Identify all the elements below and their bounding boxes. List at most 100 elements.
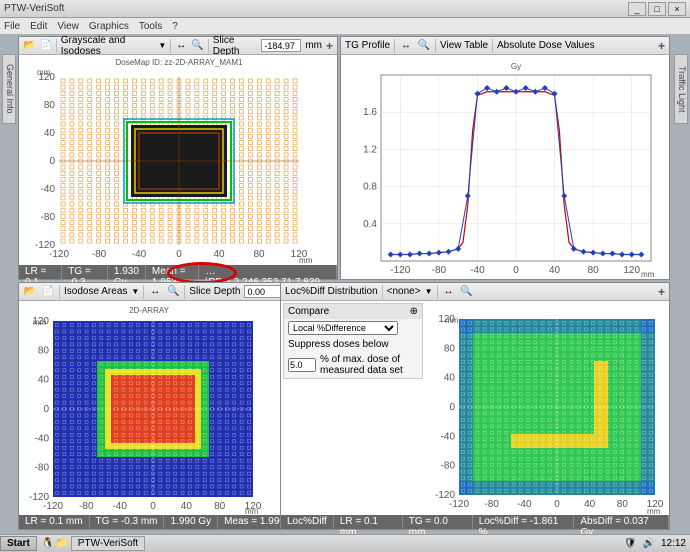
tray-icon[interactable]: 📁 [55, 537, 69, 551]
tgprofile-toolbar: TG Profile ↔ 🔍 View Table Absolute Dose … [341, 37, 669, 55]
dosemap-toolbar: 📂 📄 Grayscale and Isodoses ▼ ↔ 🔍 Slice D… [19, 37, 337, 55]
svg-text:-40: -40 [35, 433, 50, 444]
svg-text:-80: -80 [35, 463, 50, 474]
slice-depth-input[interactable] [244, 285, 284, 298]
tgprofile-chart[interactable]: Gy mm -120-80-4004080120 0.40.81.21.6 [341, 55, 669, 265]
svg-text:-80: -80 [441, 461, 456, 472]
svg-text:40: 40 [444, 373, 456, 384]
svg-text:-40: -40 [441, 431, 456, 442]
svg-text:-120: -120 [35, 240, 55, 251]
expand-icon[interactable]: + [326, 39, 333, 53]
svg-text:120: 120 [623, 265, 640, 276]
svg-text:-80: -80 [92, 249, 107, 260]
locdiff-status: Loc%Diff LR = 0.1 mm TG = 0.0 mm Loc%Dif… [281, 515, 669, 529]
panel-dosemap: 📂 📄 Grayscale and Isodoses ▼ ↔ 🔍 Slice D… [18, 36, 338, 280]
svg-text:120: 120 [32, 316, 49, 327]
tray-icon[interactable]: 🛡 [624, 538, 637, 549]
chevron-down-icon[interactable]: ▼ [425, 287, 433, 296]
zoom-icon[interactable]: 🔍 [166, 285, 180, 299]
doc-icon[interactable]: 📄 [39, 39, 51, 53]
svg-text:40: 40 [213, 249, 225, 260]
svg-text:0: 0 [150, 501, 156, 512]
svg-text:0: 0 [43, 404, 49, 415]
fit-icon[interactable]: ↔ [175, 39, 187, 53]
locdiff-toolbar: Loc%Diff Distribution <none> ▼ ↔ 🔍 + [281, 283, 669, 301]
open-icon[interactable]: 📂 [23, 285, 37, 299]
svg-text:Gy: Gy [511, 62, 521, 71]
svg-text:2D-ARRAY: 2D-ARRAY [129, 306, 170, 315]
dosemap-title: DoseMap ID: zz-2D-ARRAY_MAM1 [116, 58, 244, 67]
status-dose: 1.930 Gy [108, 265, 146, 279]
clock[interactable]: 12:12 [661, 538, 686, 549]
svg-text:0: 0 [554, 499, 560, 510]
doc-icon[interactable]: 📄 [41, 285, 55, 299]
svg-text:-120: -120 [29, 492, 49, 503]
svg-text:1.6: 1.6 [363, 107, 377, 118]
array-mode-dropdown[interactable]: Isodose Areas [64, 286, 127, 297]
svg-text:0: 0 [513, 265, 519, 276]
sidetab-traffic-light[interactable]: Traffic Light [674, 54, 688, 124]
chevron-down-icon[interactable]: ▼ [158, 41, 166, 50]
menu-help[interactable]: ? [172, 21, 178, 32]
workspace: General Info Traffic Light 📂 📄 Grayscale… [0, 34, 690, 534]
absdose-button[interactable]: Absolute Dose Values [497, 40, 595, 51]
svg-text:40: 40 [584, 499, 596, 510]
zoom-icon[interactable]: 🔍 [191, 39, 203, 53]
fit-icon[interactable]: ↔ [442, 285, 456, 299]
compare-panel: Compare⊕ Local %Difference Suppress dose… [283, 303, 423, 379]
panel-locdiff: Loc%Diff Distribution <none> ▼ ↔ 🔍 + Com… [280, 282, 670, 530]
svg-text:0: 0 [176, 249, 182, 260]
taskbar-task[interactable]: PTW-VeriSoft [71, 536, 145, 551]
status-lr: LR = 0.1 mm [19, 265, 62, 279]
slice-depth-input[interactable] [261, 39, 301, 52]
svg-text:0: 0 [449, 402, 455, 413]
menu-edit[interactable]: Edit [30, 21, 47, 32]
zoom-icon[interactable]: 🔍 [417, 39, 431, 53]
tray-icon[interactable]: 🐧 [41, 537, 55, 551]
viewtable-button[interactable]: View Table [440, 40, 488, 51]
expand-icon[interactable]: + [658, 39, 665, 53]
svg-text:120: 120 [438, 314, 455, 325]
maximize-button[interactable]: □ [648, 2, 666, 16]
svg-text:1.2: 1.2 [363, 144, 377, 155]
close-button[interactable]: × [668, 2, 686, 16]
fit-icon[interactable]: ↔ [148, 285, 162, 299]
compare-method-select[interactable]: Local %Difference [288, 321, 398, 335]
svg-text:80: 80 [44, 100, 56, 111]
menu-graphics[interactable]: Graphics [89, 21, 129, 32]
svg-text:-40: -40 [112, 501, 127, 512]
taskbar: Start 🐧 📁 PTW-VeriSoft 🛡 🔊 12:12 [0, 534, 690, 552]
pin-icon[interactable]: ⊕ [410, 306, 418, 317]
svg-text:120: 120 [38, 72, 55, 83]
tgprofile-title: TG Profile [345, 40, 390, 51]
expand-icon[interactable]: + [658, 285, 665, 299]
system-tray: 🛡 🔊 12:12 [620, 538, 690, 549]
status-tg: TG = -0.3 mm [62, 265, 108, 279]
none-dropdown[interactable]: <none> [387, 286, 421, 297]
dosemap-chart[interactable]: DoseMap ID: zz-2D-ARRAY_MAM1 mm -120-80-… [19, 55, 337, 265]
chevron-down-icon[interactable]: ▼ [131, 287, 139, 296]
open-icon[interactable]: 📂 [23, 39, 35, 53]
menu-view[interactable]: View [57, 21, 79, 32]
svg-text:40: 40 [38, 375, 50, 386]
menu-file[interactable]: File [4, 21, 20, 32]
tray-icon[interactable]: 🔊 [643, 538, 655, 549]
suppress-value-input[interactable] [288, 358, 316, 372]
dosemap-mode-dropdown[interactable]: Grayscale and Isodoses [61, 35, 155, 57]
start-button[interactable]: Start [0, 536, 37, 551]
svg-text:-80: -80 [432, 265, 447, 276]
zoom-icon[interactable]: 🔍 [460, 285, 474, 299]
fit-icon[interactable]: ↔ [399, 39, 413, 53]
svg-text:80: 80 [588, 265, 600, 276]
slice-unit: mm [305, 40, 322, 51]
svg-text:0.8: 0.8 [363, 182, 377, 193]
minimize-button[interactable]: _ [628, 2, 646, 16]
sidetab-general-info[interactable]: General Info [2, 54, 16, 124]
svg-text:40: 40 [44, 128, 56, 139]
slice-depth-label: Slice Depth [213, 35, 258, 57]
svg-text:mm: mm [299, 256, 313, 265]
locdiff-title: Loc%Diff Distribution [285, 286, 378, 297]
menu-tools[interactable]: Tools [139, 21, 162, 32]
locdiff-chart[interactable]: mm -120-80-4004080120 -120-80-4004080120… [431, 301, 669, 515]
svg-text:0: 0 [49, 156, 55, 167]
